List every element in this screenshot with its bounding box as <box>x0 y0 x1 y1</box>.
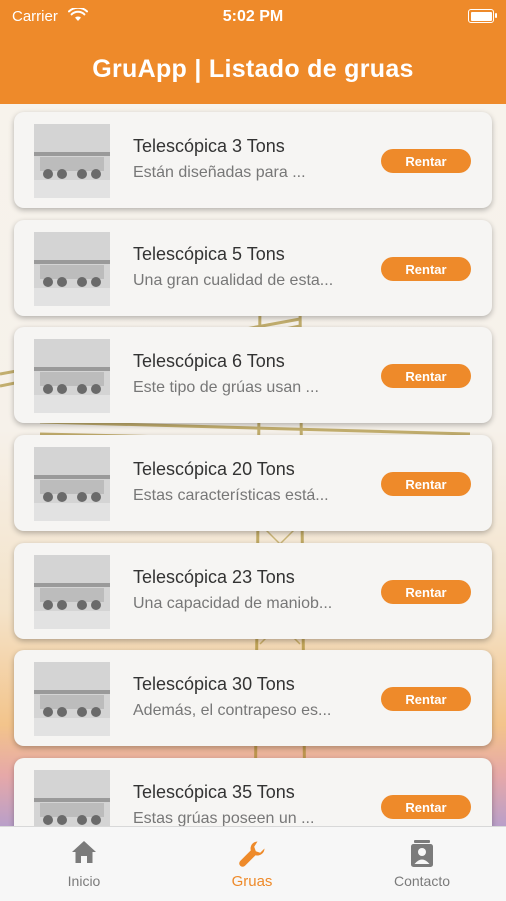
crane-card[interactable]: Telescópica 20 Tons Estas característica… <box>14 435 492 531</box>
contact-icon <box>338 839 506 867</box>
crane-card[interactable]: Telescópica 5 Tons Una gran cualidad de … <box>14 220 492 316</box>
crane-card[interactable]: Telescópica 35 Tons Estas grúas poseen u… <box>14 758 492 826</box>
crane-description: Una gran cualidad de esta... <box>133 272 334 289</box>
crane-title: Telescópica 20 Tons <box>133 459 295 479</box>
crane-card[interactable]: Telescópica 23 Tons Una capacidad de man… <box>14 543 492 639</box>
crane-description: Una capacidad de maniob... <box>133 595 333 612</box>
app-header: GruApp | Listado de gruas <box>0 34 506 104</box>
rent-button[interactable]: Rentar <box>381 257 471 281</box>
crane-title: Telescópica 3 Tons <box>133 136 285 156</box>
tab-label: Gruas <box>231 873 273 890</box>
crane-card[interactable]: Telescópica 6 Tons Este tipo de grúas us… <box>14 327 492 423</box>
rent-button[interactable]: Rentar <box>381 687 471 711</box>
crane-description: Además, el contrapeso es... <box>133 702 332 719</box>
crane-description: Estas características está... <box>133 487 329 504</box>
crane-description: Están diseñadas para ... <box>133 164 306 181</box>
rent-button[interactable]: Rentar <box>381 149 471 173</box>
crane-card[interactable]: Telescópica 30 Tons Además, el contrapes… <box>14 650 492 746</box>
crane-title: Telescópica 6 Tons <box>133 351 285 371</box>
battery-icon <box>468 9 497 23</box>
crane-thumbnail <box>34 124 110 198</box>
crane-card[interactable]: Telescópica 3 Tons Están diseñadas para … <box>14 112 492 208</box>
tab-gruas[interactable]: Gruas <box>168 827 336 901</box>
crane-description: Estas grúas poseen un ... <box>133 810 315 826</box>
rent-button[interactable]: Rentar <box>381 364 471 388</box>
tab-contacto[interactable]: Contacto <box>338 827 506 901</box>
page-title: GruApp | Listado de gruas <box>92 54 414 83</box>
crane-title: Telescópica 5 Tons <box>133 244 285 264</box>
home-icon <box>0 839 168 867</box>
crane-thumbnail <box>34 447 110 521</box>
tab-label: Inicio <box>67 873 101 889</box>
crane-thumbnail <box>34 555 110 629</box>
rent-button[interactable]: Rentar <box>381 472 471 496</box>
rent-button[interactable]: Rentar <box>381 580 471 604</box>
status-bar: Carrier 5:02 PM <box>0 0 506 34</box>
crane-thumbnail <box>34 662 110 736</box>
tab-bar: Inicio Gruas Contacto <box>0 826 506 901</box>
crane-list[interactable]: Telescópica 3 Tons Están diseñadas para … <box>0 104 506 826</box>
crane-thumbnail <box>34 770 110 826</box>
crane-title: Telescópica 30 Tons <box>133 674 295 694</box>
crane-thumbnail <box>34 339 110 413</box>
crane-description: Este tipo de grúas usan ... <box>133 379 319 396</box>
crane-title: Telescópica 23 Tons <box>133 567 295 587</box>
crane-thumbnail <box>34 232 110 306</box>
rent-button[interactable]: Rentar <box>381 795 471 819</box>
tab-label: Contacto <box>393 873 451 889</box>
wrench-icon <box>168 839 336 867</box>
clock: 5:02 PM <box>222 8 284 25</box>
tab-inicio[interactable]: Inicio <box>0 827 168 901</box>
crane-title: Telescópica 35 Tons <box>133 782 295 802</box>
